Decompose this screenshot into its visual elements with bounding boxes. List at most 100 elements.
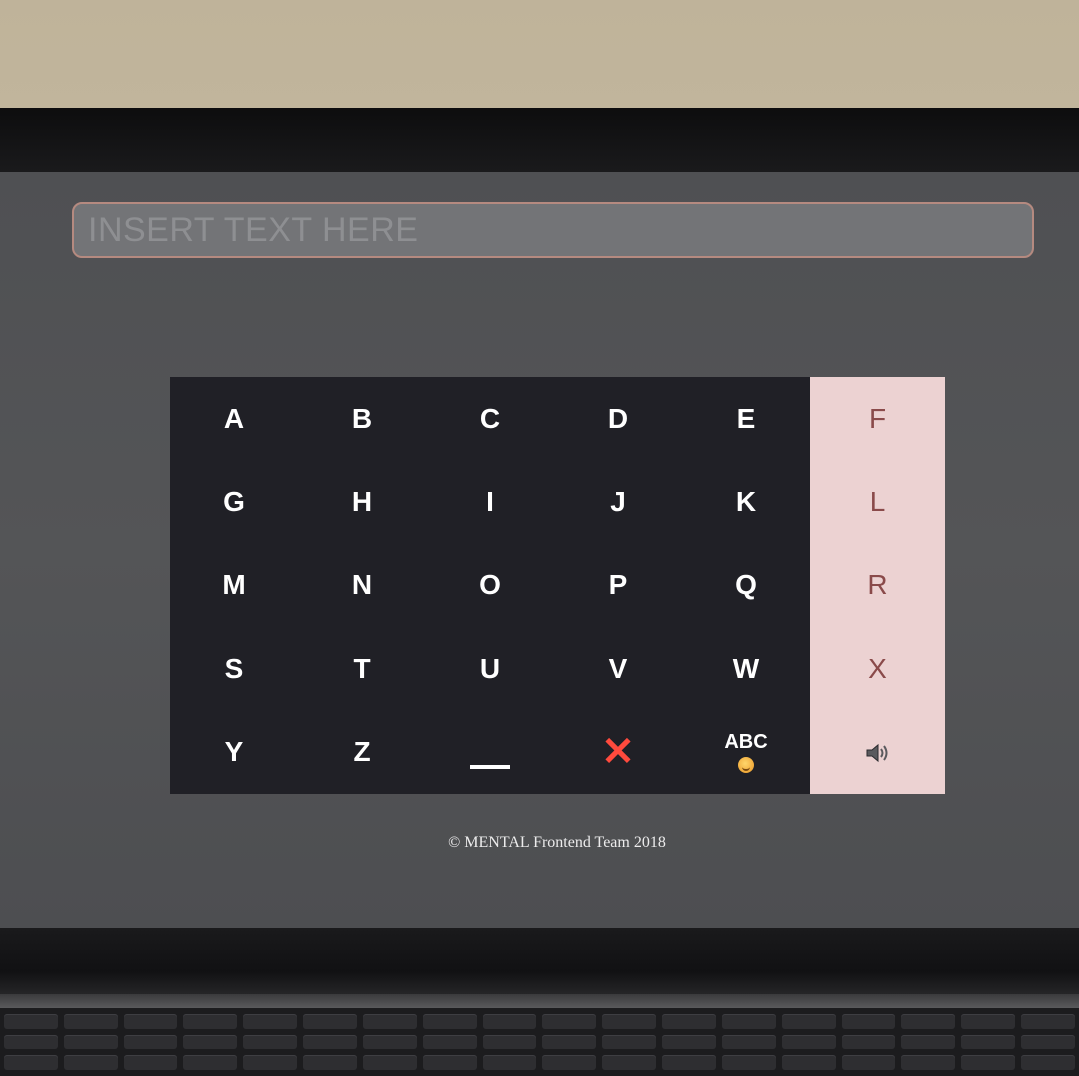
laptop-key [183,1055,238,1070]
text-input[interactable] [72,202,1034,258]
laptop-bezel-top [0,108,1079,178]
laptop-key [542,1034,597,1050]
smiley-emoji-icon [738,756,754,773]
key-x[interactable]: X [810,627,945,710]
laptop-key [183,1014,238,1029]
laptop-key [303,1014,357,1029]
key-k[interactable]: K [682,460,810,543]
letter-grid: A B C D E G H I J K M N O P Q S T U V W … [170,377,810,794]
footer-copyright: © MENTAL Frontend Team 2018 [448,834,666,851]
laptop-key [841,1014,896,1029]
laptop-key [602,1014,657,1029]
laptop-hinge [0,994,1079,1008]
laptop-keyboard [0,1008,1079,1076]
laptop-key [781,1034,836,1050]
laptop-bezel-bottom [0,928,1079,1000]
laptop-key [662,1014,716,1029]
key-g[interactable]: G [170,460,298,543]
laptop-key [422,1055,477,1070]
laptop-key [542,1014,597,1029]
laptop-key [362,1034,417,1050]
laptop-key [4,1034,58,1050]
key-m[interactable]: M [170,544,298,627]
laptop-key [63,1014,118,1029]
laptop-key [721,1014,776,1029]
laptop-key [961,1055,1016,1070]
laptop-key [482,1034,537,1050]
laptop-key [183,1034,238,1050]
key-h[interactable]: H [298,460,426,543]
laptop-key [303,1055,357,1070]
photo-scene: A B C D E G H I J K M N O P Q S T U V W … [0,0,1079,1076]
key-r[interactable]: R [810,544,945,627]
key-j[interactable]: J [554,460,682,543]
laptop-key [781,1055,836,1070]
abc-emoji-toggle-key[interactable]: ABC [682,711,810,794]
key-u[interactable]: U [426,627,554,710]
laptop-key [841,1055,896,1070]
laptop-key [303,1034,357,1050]
laptop-key [63,1055,118,1070]
highlighted-column: F L R X [810,377,945,794]
key-e[interactable]: E [682,377,810,460]
laptop-key [243,1014,298,1029]
laptop-key [721,1034,776,1050]
laptop-key [602,1055,657,1070]
laptop-key [63,1034,118,1050]
laptop-key [961,1034,1016,1050]
key-v[interactable]: V [554,627,682,710]
key-t[interactable]: T [298,627,426,710]
key-y[interactable]: Y [170,711,298,794]
space-icon [470,765,510,770]
key-n[interactable]: N [298,544,426,627]
laptop-key [362,1055,417,1070]
delete-key[interactable]: ✕ [554,711,682,794]
space-key[interactable] [426,711,554,794]
laptop-key [243,1034,298,1050]
laptop-key [961,1014,1016,1029]
laptop-key [1021,1034,1075,1050]
key-q[interactable]: Q [682,544,810,627]
laptop-key [482,1014,537,1029]
key-d[interactable]: D [554,377,682,460]
key-p[interactable]: P [554,544,682,627]
laptop-key [4,1055,58,1070]
laptop-key [841,1034,896,1050]
key-z[interactable]: Z [298,711,426,794]
speaker-icon [864,740,892,764]
key-o[interactable]: O [426,544,554,627]
laptop-key [721,1055,776,1070]
key-a[interactable]: A [170,377,298,460]
laptop-key [901,1034,956,1050]
key-c[interactable]: C [426,377,554,460]
laptop-key [1021,1014,1075,1029]
laptop-key [901,1055,956,1070]
laptop-key [602,1034,657,1050]
laptop-key [123,1055,178,1070]
laptop-key [123,1034,178,1050]
laptop-key [422,1034,477,1050]
laptop-key [482,1055,537,1070]
laptop-key [243,1055,298,1070]
laptop-key [1021,1055,1075,1070]
key-b[interactable]: B [298,377,426,460]
laptop-key [662,1055,716,1070]
laptop-key [542,1055,597,1070]
key-l[interactable]: L [810,460,945,543]
speak-key[interactable] [810,711,945,794]
key-i[interactable]: I [426,460,554,543]
key-s[interactable]: S [170,627,298,710]
laptop-key [901,1014,956,1029]
key-f[interactable]: F [810,377,945,460]
laptop-key [662,1034,716,1050]
abc-label: ABC [724,730,768,753]
laptop-key [422,1014,477,1029]
letter-keypad: A B C D E G H I J K M N O P Q S T U V W … [170,377,945,794]
laptop-key [781,1014,836,1029]
laptop-key [123,1014,178,1029]
delete-icon: ✕ [601,730,635,775]
laptop-key [362,1014,417,1029]
abc-emoji-toggle: ABC [724,730,768,773]
key-w[interactable]: W [682,627,810,710]
laptop-key [4,1014,58,1029]
